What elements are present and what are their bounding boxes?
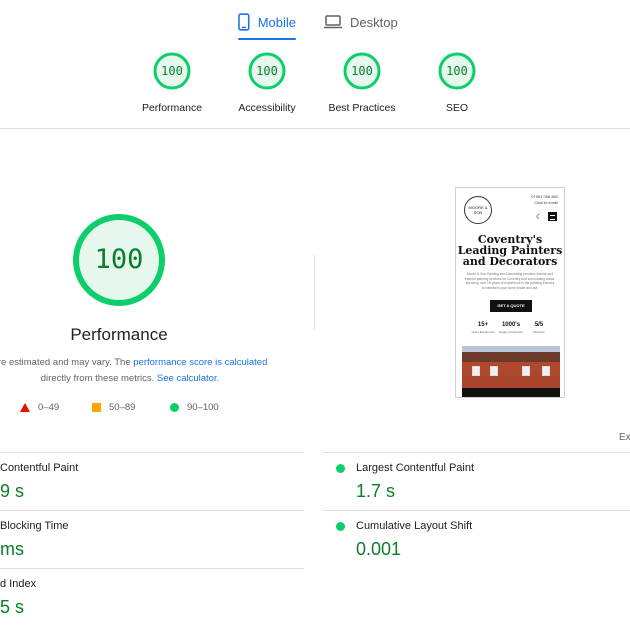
score-legend: 0–49 50–89 90–100 (0, 402, 300, 416)
tab-desktop[interactable]: Desktop (324, 8, 398, 36)
stat-value: 1000's (501, 322, 521, 328)
desc-text: . (216, 373, 220, 384)
photo-window (490, 366, 498, 376)
device-tabs: Mobile Desktop (0, 0, 630, 40)
average-square-icon (92, 403, 101, 412)
hamburger-menu-icon (548, 212, 557, 221)
legend-average: 50–89 (92, 402, 135, 413)
site-contact: 07961 058 860 Click to email (531, 194, 558, 206)
metric-label: Contentful Paint (0, 462, 79, 474)
score-ring: 100 (153, 52, 191, 90)
score-ring: 100 (438, 52, 476, 90)
legend-fail: 0–49 (20, 402, 59, 413)
laptop-icon (324, 15, 342, 29)
expand-view-link[interactable]: Ex (619, 432, 630, 443)
metric-divider (0, 568, 304, 569)
metric-divider (0, 510, 304, 511)
score-value: 100 (351, 64, 373, 78)
stat-label: Years Experience (471, 330, 495, 334)
gauge-accessibility[interactable]: 100 Accessibility (222, 52, 312, 114)
metric-divider (322, 510, 630, 511)
vertical-divider (314, 255, 315, 330)
site-quote-button: GET A QUOTE (490, 300, 532, 312)
desc-text: are estimated and may vary. The (0, 357, 134, 368)
performance-score-value: 100 (94, 244, 144, 275)
metric-divider (0, 452, 304, 453)
pass-circle-icon (170, 403, 179, 412)
site-house-photo (462, 346, 560, 397)
metric-divider (322, 452, 630, 453)
see-calculator-link[interactable]: See calculator (157, 373, 217, 384)
stat-label: Happy Customers (498, 330, 523, 334)
metric-value: 0.001 (356, 539, 402, 559)
gauge-label: Performance (141, 102, 203, 114)
gauge-seo[interactable]: 100 SEO (412, 52, 502, 114)
metric-largest-contentful-paint: Largest Contentful Paint 1.7 s (336, 462, 475, 502)
metric-speed-index: d Index 5 s (0, 578, 36, 618)
photo-roof (462, 352, 560, 362)
metric-label: Cumulative Layout Shift (356, 520, 473, 532)
performance-description: are estimated and may vary. The performa… (0, 355, 280, 387)
gauge-best-practices[interactable]: 100 Best Practices (317, 52, 407, 114)
photo-bottom-bar (462, 388, 560, 397)
site-stat: 1000's Happy Customers (496, 322, 526, 334)
photo-window (542, 366, 550, 376)
site-stat: 5/5 Reviews (524, 322, 554, 334)
tab-desktop-label: Desktop (350, 14, 398, 30)
legend-range: 50–89 (109, 402, 136, 413)
legend-range: 90–100 (187, 402, 219, 413)
fail-triangle-icon (20, 403, 30, 412)
photo-window (522, 366, 530, 376)
desc-text: directly from these metrics. (40, 373, 157, 384)
tab-mobile[interactable]: Mobile (238, 8, 296, 40)
photo-window (472, 366, 480, 376)
metric-label: Largest Contentful Paint (356, 462, 475, 474)
site-email: Click to email (534, 200, 558, 205)
metric-value: 5 s (0, 597, 25, 617)
metric-value: ms (0, 539, 24, 559)
page-screenshot-thumbnail[interactable]: MOORE & SON 07961 058 860 Click to email… (455, 187, 565, 398)
legend-range: 0–49 (38, 402, 60, 413)
metric-value: 1.7 s (356, 481, 396, 501)
smartphone-icon (238, 13, 250, 31)
gauge-performance[interactable]: 100 Performance (127, 52, 217, 114)
pass-circle-icon (336, 464, 345, 473)
score-value: 100 (256, 64, 278, 78)
gauge-label: Best Practices (328, 102, 396, 114)
metric-label: Blocking Time (0, 520, 69, 532)
stat-value: 15+ (477, 322, 489, 328)
site-stats: 15+ Years Experience 1000's Happy Custom… (468, 322, 554, 338)
site-hero-body: Moore & Son Painting and Decorating prov… (464, 272, 556, 290)
moon-icon: ☾ (536, 214, 543, 221)
category-scores: 100 Performance 100 Accessibility 100 Be… (0, 52, 630, 122)
performance-title: Performance (70, 325, 168, 344)
score-value: 100 (446, 64, 468, 78)
gauge-label: SEO (445, 102, 469, 114)
score-calculation-link[interactable]: performance score is calculated (133, 357, 267, 368)
legend-pass: 90–100 (170, 402, 219, 413)
site-logo: MOORE & SON (464, 196, 492, 224)
active-tab-indicator (238, 38, 296, 40)
pass-circle-icon (336, 522, 345, 531)
metric-value: 9 s (0, 481, 25, 501)
tab-mobile-label: Mobile (257, 14, 296, 30)
score-ring: 100 (248, 52, 286, 90)
section-divider (0, 128, 630, 129)
gauge-label: Accessibility (238, 102, 296, 114)
score-ring: 100 (343, 52, 381, 90)
site-hero-heading: Coventry's Leading Painters and Decorato… (457, 233, 563, 268)
metric-cumulative-layout-shift: Cumulative Layout Shift 0.001 (336, 520, 473, 560)
site-stat: 15+ Years Experience (468, 322, 498, 334)
stat-value: 5/5 (534, 322, 544, 328)
stat-label: Reviews (533, 330, 545, 334)
metric-total-blocking-time: Blocking Time ms (0, 520, 68, 560)
score-value: 100 (161, 64, 183, 78)
metric-first-contentful-paint: Contentful Paint 9 s (0, 462, 78, 502)
metric-label: d Index (0, 578, 37, 590)
